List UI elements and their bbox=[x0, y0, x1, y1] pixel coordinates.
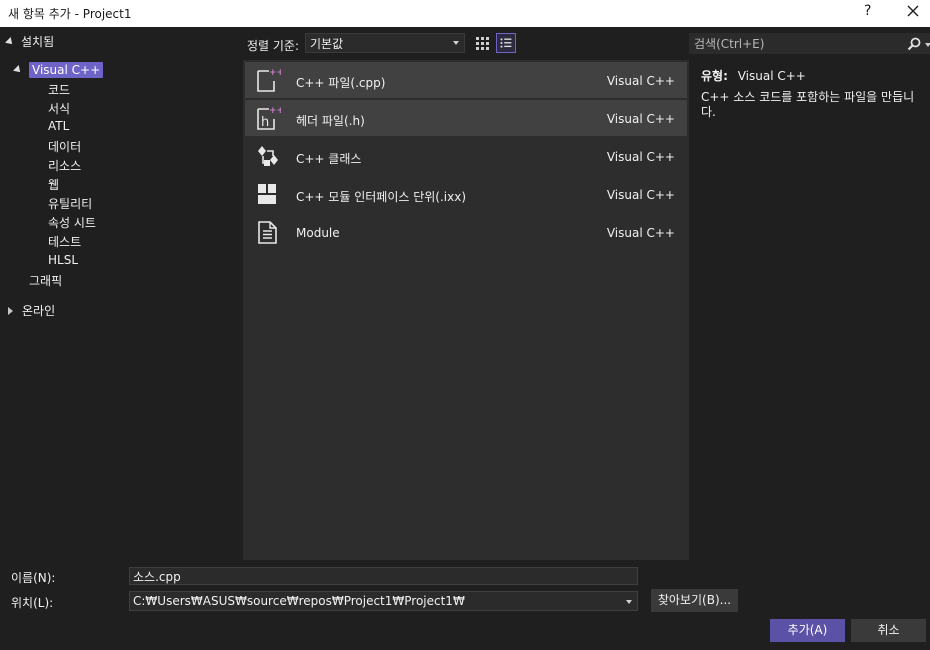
tree-item-resource[interactable]: 리소스 bbox=[48, 157, 81, 174]
title-bar: 새 항목 추가 - Project1 ? bbox=[0, 0, 930, 27]
tree-item-atl[interactable]: ATL bbox=[48, 119, 69, 133]
tree-item-code[interactable]: 코드 bbox=[48, 81, 70, 98]
template-language: Visual C++ bbox=[606, 188, 675, 202]
cpp-file-icon: ++ bbox=[257, 67, 281, 92]
header-file-icon: h ++ bbox=[257, 106, 281, 130]
template-language: Visual C++ bbox=[606, 112, 675, 126]
template-name: C++ 모듈 인터페이스 단위(.ixx) bbox=[296, 190, 467, 204]
name-field[interactable] bbox=[129, 567, 638, 585]
window-title: 새 항목 추가 - Project1 bbox=[8, 7, 132, 21]
tree-item-test[interactable]: 테스트 bbox=[48, 233, 81, 250]
svg-text:h: h bbox=[261, 115, 269, 130]
expand-arrow-icon[interactable] bbox=[5, 36, 15, 47]
search-input[interactable] bbox=[694, 36, 899, 52]
tree-item-data[interactable]: 데이터 bbox=[48, 138, 81, 155]
tree-node-label[interactable]: Visual C++ bbox=[29, 62, 104, 78]
sort-dropdown[interactable]: 기본값 bbox=[305, 33, 465, 53]
tree-item-utility[interactable]: 유틸리티 bbox=[48, 195, 92, 212]
type-value: Visual C++ bbox=[737, 69, 806, 83]
template-name: C++ 클래스 bbox=[296, 152, 362, 166]
chevron-down-icon[interactable] bbox=[925, 43, 930, 47]
help-button[interactable]: ? bbox=[864, 3, 871, 19]
tree-node-installed[interactable]: 설치됨 bbox=[5, 33, 55, 50]
template-row-class[interactable]: C++ 클래스 Visual C++ bbox=[245, 138, 687, 174]
tree-node-label: 온라인 bbox=[22, 304, 56, 318]
location-value: C:₩Users₩ASUS₩source₩repos₩Project1₩Proj… bbox=[133, 594, 465, 608]
chevron-down-icon bbox=[626, 600, 632, 604]
module-file-icon bbox=[258, 221, 277, 244]
template-language: Visual C++ bbox=[606, 74, 675, 88]
template-row-header-file[interactable]: h ++ 헤더 파일(.h) Visual C++ bbox=[245, 100, 687, 136]
template-name: Module bbox=[296, 226, 340, 240]
tree-item-graphics[interactable]: 그래픽 bbox=[29, 272, 62, 289]
tree-item-format[interactable]: 서식 bbox=[48, 100, 70, 117]
tree-node-visual-cpp[interactable]: Visual C++ bbox=[13, 62, 104, 78]
location-dropdown[interactable]: C:₩Users₩ASUS₩source₩repos₩Project1₩Proj… bbox=[129, 591, 638, 611]
type-label: 유형: bbox=[701, 69, 728, 83]
browse-button[interactable]: 찾아보기(B)... bbox=[651, 589, 738, 612]
add-button[interactable]: 추가(A) bbox=[770, 619, 845, 642]
tree-item-web[interactable]: 웹 bbox=[48, 176, 59, 193]
svg-text:++: ++ bbox=[269, 68, 281, 78]
chevron-down-icon bbox=[453, 41, 459, 45]
template-description: C++ 소스 코드를 포함하는 파일을 만듭니다. bbox=[701, 90, 915, 119]
expand-arrow-icon[interactable] bbox=[13, 65, 23, 75]
tree-node-online[interactable]: 온라인 bbox=[8, 302, 55, 319]
list-view-icon[interactable] bbox=[496, 33, 516, 53]
class-icon bbox=[258, 146, 278, 166]
location-label: 위치(L): bbox=[11, 596, 54, 610]
svg-text:++: ++ bbox=[269, 106, 281, 116]
category-tree: 설치됨 Visual C++ 코드 서식 ATL 데이터 리소스 웹 유틸리티 … bbox=[0, 27, 243, 560]
sort-label: 정렬 기준: bbox=[247, 39, 300, 53]
collapse-arrow-icon[interactable] bbox=[8, 306, 13, 315]
name-label: 이름(N): bbox=[11, 571, 56, 585]
template-list: ++ C++ 파일(.cpp) Visual C++ h ++ 헤더 파일(.h… bbox=[243, 60, 689, 560]
sort-toolbar: 정렬 기준: 기본값 bbox=[243, 27, 689, 60]
tree-node-label: 설치됨 bbox=[21, 35, 55, 49]
bottom-form: 이름(N): 위치(L): C:₩Users₩ASUS₩source₩repos… bbox=[0, 560, 930, 650]
module-interface-icon bbox=[258, 184, 276, 204]
grid-view-icon[interactable] bbox=[472, 33, 492, 53]
template-name: C++ 파일(.cpp) bbox=[296, 76, 386, 90]
search-icon[interactable] bbox=[907, 37, 921, 51]
search-box[interactable] bbox=[689, 33, 930, 54]
template-language: Visual C++ bbox=[606, 150, 675, 164]
sort-value: 기본값 bbox=[310, 37, 344, 51]
template-row-cpp-file[interactable]: ++ C++ 파일(.cpp) Visual C++ bbox=[245, 62, 687, 98]
type-line: 유형: Visual C++ bbox=[701, 67, 806, 84]
template-row-module-interface[interactable]: C++ 모듈 인터페이스 단위(.ixx) Visual C++ bbox=[245, 176, 687, 212]
cancel-button[interactable]: 취소 bbox=[851, 619, 926, 642]
details-panel: 유형: Visual C++ C++ 소스 코드를 포함하는 파일을 만듭니다. bbox=[689, 27, 930, 560]
close-icon[interactable] bbox=[905, 2, 921, 20]
tree-item-hlsl[interactable]: HLSL bbox=[48, 253, 78, 267]
template-language: Visual C++ bbox=[606, 226, 675, 240]
template-name: 헤더 파일(.h) bbox=[296, 114, 365, 128]
template-row-module[interactable]: Module Visual C++ bbox=[245, 214, 687, 250]
tree-item-property-sheet[interactable]: 속성 시트 bbox=[48, 214, 96, 231]
